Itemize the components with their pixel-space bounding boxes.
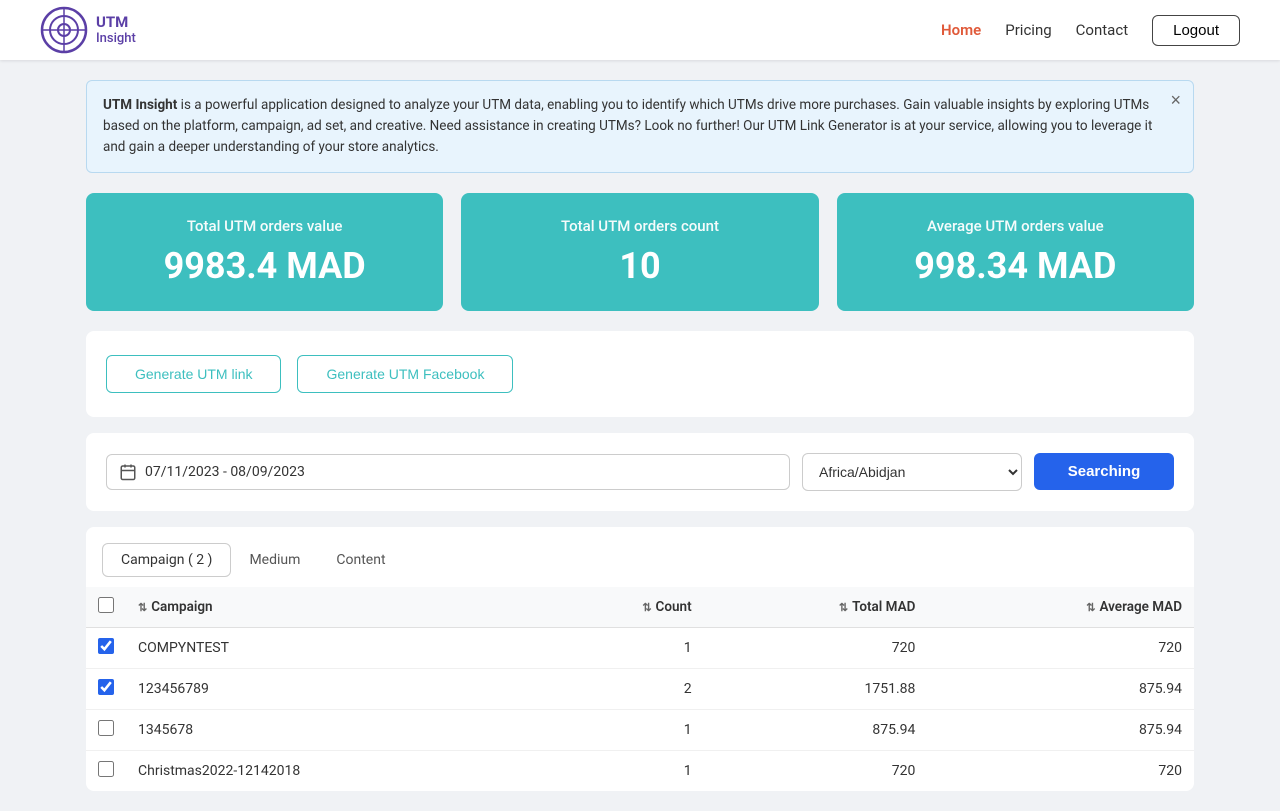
banner-text: is a powerful application designed to an… bbox=[103, 97, 1152, 155]
stat-label-2: Average UTM orders value bbox=[857, 217, 1174, 235]
row-checkbox-cell[interactable] bbox=[86, 627, 126, 668]
tab-content[interactable]: Content bbox=[318, 544, 403, 576]
row-count: 2 bbox=[540, 668, 703, 709]
generate-utm-link-button[interactable]: Generate UTM link bbox=[106, 355, 281, 393]
row-checkbox[interactable] bbox=[98, 679, 114, 695]
table-row: Christmas2022-12142018 1 720 720 bbox=[86, 750, 1194, 791]
nav-links: Home Pricing Contact Logout bbox=[941, 15, 1240, 46]
nav-home[interactable]: Home bbox=[941, 21, 981, 39]
logo-icon bbox=[40, 6, 88, 54]
sort-total-icon: ⇅ bbox=[839, 601, 848, 614]
search-section: 07/11/2023 - 08/09/2023 Africa/Abidjan U… bbox=[86, 433, 1194, 511]
row-checkbox-cell[interactable] bbox=[86, 709, 126, 750]
row-total: 875.94 bbox=[704, 709, 928, 750]
logout-button[interactable]: Logout bbox=[1152, 15, 1240, 46]
header-checkbox bbox=[86, 587, 126, 628]
info-banner: UTM Insight is a powerful application de… bbox=[86, 80, 1194, 173]
row-total: 720 bbox=[704, 627, 928, 668]
tab-medium[interactable]: Medium bbox=[231, 544, 318, 576]
header-count[interactable]: ⇅Count bbox=[540, 587, 703, 628]
table-body: COMPYNTEST 1 720 720 123456789 2 1751.88… bbox=[86, 627, 1194, 791]
row-campaign: 123456789 bbox=[126, 668, 540, 709]
stat-card-0: Total UTM orders value 9983.4 MAD bbox=[86, 193, 443, 311]
table-section: Campaign ( 2 ) Medium Content ⇅Campaign … bbox=[86, 527, 1194, 791]
table-row: 1345678 1 875.94 875.94 bbox=[86, 709, 1194, 750]
row-checkbox-cell[interactable] bbox=[86, 750, 126, 791]
sort-count-icon: ⇅ bbox=[642, 601, 651, 614]
stat-value-2: 998.34 MAD bbox=[857, 245, 1174, 287]
table-header-row: ⇅Campaign ⇅Count ⇅Total MAD ⇅Average MAD bbox=[86, 587, 1194, 628]
sort-campaign-icon: ⇅ bbox=[138, 601, 147, 614]
stat-value-0: 9983.4 MAD bbox=[106, 245, 423, 287]
row-checkbox[interactable] bbox=[98, 761, 114, 777]
header-campaign[interactable]: ⇅Campaign bbox=[126, 587, 540, 628]
row-campaign: 1345678 bbox=[126, 709, 540, 750]
stat-label-0: Total UTM orders value bbox=[106, 217, 423, 235]
header-total-mad[interactable]: ⇅Total MAD bbox=[704, 587, 928, 628]
row-campaign: Christmas2022-12142018 bbox=[126, 750, 540, 791]
logo-area: UTM Insight bbox=[40, 6, 136, 54]
close-banner-button[interactable]: × bbox=[1170, 91, 1181, 109]
date-range-value: 07/11/2023 - 08/09/2023 bbox=[145, 464, 305, 480]
main-content: UTM Insight is a powerful application de… bbox=[70, 60, 1210, 811]
stat-cards: Total UTM orders value 9983.4 MAD Total … bbox=[86, 193, 1194, 311]
brand-name: UTM Insight bbox=[103, 97, 177, 113]
row-count: 1 bbox=[540, 709, 703, 750]
row-campaign: COMPYNTEST bbox=[126, 627, 540, 668]
row-count: 1 bbox=[540, 627, 703, 668]
logo-text: UTM Insight bbox=[96, 13, 136, 47]
stat-card-2: Average UTM orders value 998.34 MAD bbox=[837, 193, 1194, 311]
tab-campaign[interactable]: Campaign ( 2 ) bbox=[102, 543, 231, 577]
row-total: 1751.88 bbox=[704, 668, 928, 709]
row-checkbox[interactable] bbox=[98, 638, 114, 654]
row-average: 720 bbox=[927, 627, 1194, 668]
navbar: UTM Insight Home Pricing Contact Logout bbox=[0, 0, 1280, 60]
stat-card-1: Total UTM orders count 10 bbox=[461, 193, 818, 311]
row-checkbox-cell[interactable] bbox=[86, 668, 126, 709]
nav-pricing[interactable]: Pricing bbox=[1005, 21, 1051, 39]
timezone-select[interactable]: Africa/Abidjan UTC America/New_York Euro… bbox=[802, 453, 1022, 491]
stat-label-1: Total UTM orders count bbox=[481, 217, 798, 235]
row-count: 1 bbox=[540, 750, 703, 791]
select-all-checkbox[interactable] bbox=[98, 597, 114, 613]
calendar-icon bbox=[119, 463, 137, 481]
row-average: 875.94 bbox=[927, 668, 1194, 709]
row-total: 720 bbox=[704, 750, 928, 791]
row-average: 720 bbox=[927, 750, 1194, 791]
row-checkbox[interactable] bbox=[98, 720, 114, 736]
sort-average-icon: ⇅ bbox=[1086, 601, 1095, 614]
date-range-input[interactable]: 07/11/2023 - 08/09/2023 bbox=[106, 454, 790, 490]
table-row: COMPYNTEST 1 720 720 bbox=[86, 627, 1194, 668]
generate-utm-facebook-button[interactable]: Generate UTM Facebook bbox=[297, 355, 513, 393]
nav-contact[interactable]: Contact bbox=[1076, 21, 1128, 39]
utm-buttons-section: Generate UTM link Generate UTM Facebook bbox=[86, 331, 1194, 417]
table-row: 123456789 2 1751.88 875.94 bbox=[86, 668, 1194, 709]
stat-value-1: 10 bbox=[481, 245, 798, 287]
header-average-mad[interactable]: ⇅Average MAD bbox=[927, 587, 1194, 628]
searching-button[interactable]: Searching bbox=[1034, 453, 1174, 490]
campaign-table: ⇅Campaign ⇅Count ⇅Total MAD ⇅Average MAD bbox=[86, 587, 1194, 791]
tabs-row: Campaign ( 2 ) Medium Content bbox=[86, 543, 1194, 577]
row-average: 875.94 bbox=[927, 709, 1194, 750]
